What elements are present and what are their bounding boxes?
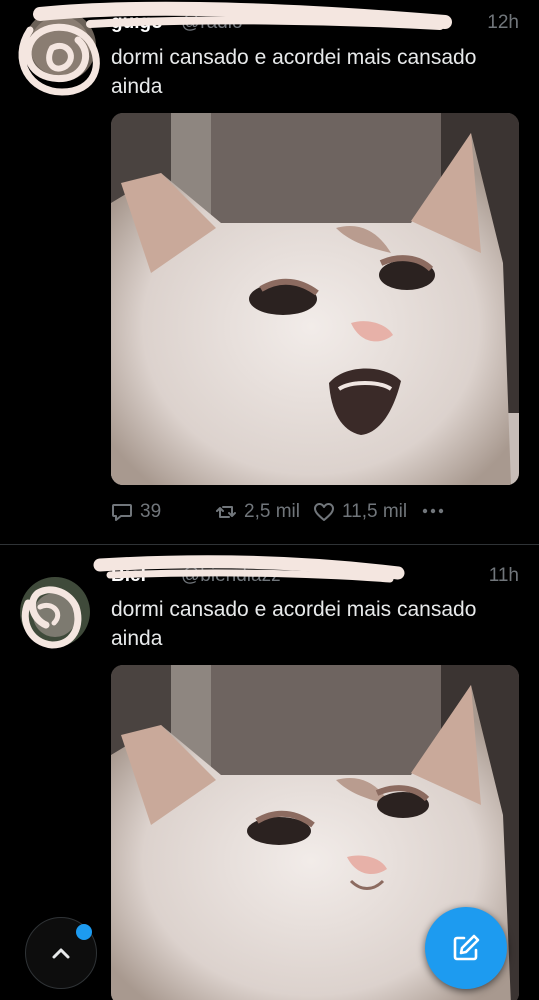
handle[interactable]: @radio [181,12,243,34]
like-button[interactable]: 11,5 mil [312,500,407,524]
display-name[interactable]: guigo [111,12,163,34]
retweet-count: 2,5 mil [244,501,300,522]
reply-count: 39 [140,501,162,522]
avatar[interactable] [24,10,96,82]
compose-button[interactable] [425,907,507,989]
tweet-header: Biel @biendiazz 11h [111,565,519,589]
tweet-actions: 39 2,5 mil 11,5 mil [110,500,530,526]
tweet-text: dormi cansado e acordei mais cansado ain… [111,46,477,98]
handle[interactable]: @biendiazz [181,565,281,587]
display-name[interactable]: Biel [111,565,146,587]
reply-icon [112,504,132,521]
tweet-image[interactable] [111,113,519,485]
timestamp[interactable]: 12h [487,12,519,34]
like-count: 11,5 mil [342,501,408,522]
retweet-button[interactable]: 2,5 mil [214,500,300,524]
timestamp[interactable]: 11h [489,565,519,587]
notification-dot [76,924,92,940]
heart-icon [314,503,334,521]
more-options-button[interactable] [420,498,446,524]
tweet-header: guigo @radio 12h [111,12,519,36]
more-icon [422,508,444,514]
avatar[interactable] [20,577,90,647]
tweet[interactable]: guigo @radio 12h dormi cansado e acordei… [0,0,539,545]
reply-button[interactable]: 39 [110,500,161,524]
tweet-text: dormi cansado e acordei mais cansado ain… [111,598,477,650]
compose-icon [453,934,480,961]
chevron-up-icon [52,948,70,959]
retweet-icon [216,506,236,518]
